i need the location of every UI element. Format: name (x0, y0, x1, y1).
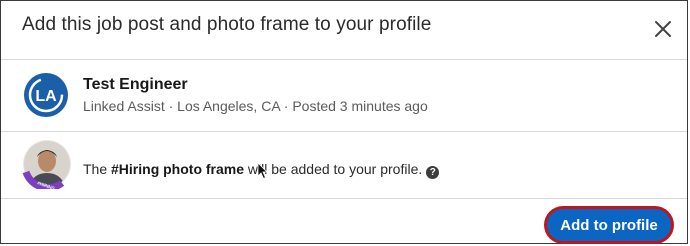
close-icon[interactable] (651, 17, 675, 41)
avatar: #HIRING (22, 139, 72, 191)
divider (1, 131, 687, 132)
mouse-cursor-icon (257, 162, 269, 180)
frame-text-prefix: The (83, 161, 112, 177)
frame-text-bold: #Hiring photo frame (111, 161, 245, 177)
add-to-profile-dialog: Add this job post and photo frame to you… (0, 0, 688, 244)
divider (1, 59, 687, 60)
svg-text:LA: LA (35, 88, 57, 105)
help-icon[interactable]: ? (426, 166, 440, 179)
company-logo-icon: LA (23, 72, 69, 118)
job-title[interactable]: Test Engineer (83, 76, 188, 94)
frame-text-suffix: will be added to your profile. (244, 161, 423, 177)
job-meta: Linked Assist · Los Angeles, CA · Posted… (83, 98, 428, 114)
add-to-profile-button[interactable]: Add to profile (547, 209, 671, 241)
divider (1, 198, 687, 199)
dialog-title: Add this job post and photo frame to you… (22, 14, 432, 35)
